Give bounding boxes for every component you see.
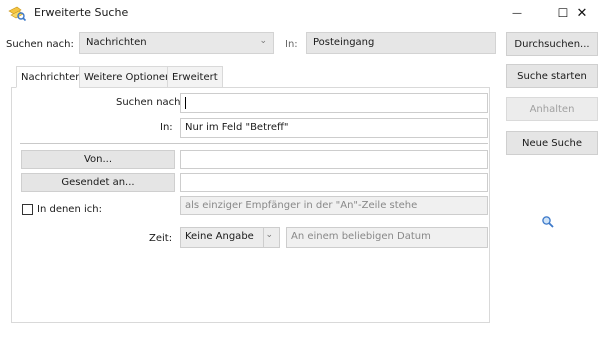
time-dropdown[interactable]: Keine Angabe ⌄ xyxy=(180,227,280,248)
tab-label: Erweitert xyxy=(172,71,218,83)
search-for-dropdown[interactable]: Nachrichten ⌄ xyxy=(79,32,274,54)
search-text-input[interactable] xyxy=(180,93,488,113)
in-field-dropdown[interactable]: Nur im Feld "Betreff" xyxy=(180,118,488,138)
search-magnifier-icon xyxy=(541,215,555,229)
app-search-icon xyxy=(8,5,27,22)
search-text-label: Suchen nach: xyxy=(116,97,184,108)
from-button[interactable]: Von... xyxy=(21,150,175,169)
date-dropdown[interactable]: An einem beliebigen Datum xyxy=(286,227,488,248)
time-label: Zeit: xyxy=(149,233,173,244)
browse-button[interactable]: Durchsuchen... xyxy=(506,32,598,56)
tab-erweitert[interactable]: Erweitert xyxy=(167,66,223,88)
folder-field[interactable]: Posteingang xyxy=(306,32,496,54)
separator xyxy=(20,143,488,144)
minimize-button[interactable]: — xyxy=(494,0,540,26)
from-input[interactable] xyxy=(180,150,488,169)
text-cursor xyxy=(185,97,186,109)
in-field-label: In: xyxy=(160,122,173,133)
sent-to-button[interactable]: Gesendet an... xyxy=(21,173,175,192)
where-i-label: In denen ich: xyxy=(37,204,102,215)
tab-weitere-optionen[interactable]: Weitere Optionen xyxy=(79,66,177,88)
close-button[interactable]: ✕ xyxy=(560,0,604,26)
sent-to-input[interactable] xyxy=(180,173,488,192)
folder-value: Posteingang xyxy=(313,37,375,48)
search-for-value: Nachrichten xyxy=(86,37,147,48)
minimize-icon: — xyxy=(512,7,522,19)
in-label-top: In: xyxy=(285,39,298,50)
tab-label: Nachrichten xyxy=(21,71,82,83)
dropdown-divider xyxy=(263,228,264,247)
chevron-down-icon: ⌄ xyxy=(259,36,267,46)
stop-button[interactable]: Anhalten xyxy=(506,97,598,121)
tab-nachrichten[interactable]: Nachrichten xyxy=(16,66,87,88)
window-title: Erweiterte Suche xyxy=(34,6,129,19)
chevron-down-icon: ⌄ xyxy=(265,230,273,240)
start-search-button[interactable]: Suche starten xyxy=(506,64,598,88)
search-for-label: Suchen nach: xyxy=(6,39,74,50)
time-value: Keine Angabe xyxy=(185,231,254,242)
tab-label: Weitere Optionen xyxy=(84,71,172,83)
where-i-checkbox[interactable] xyxy=(22,204,33,215)
new-search-button[interactable]: Neue Suche xyxy=(506,131,598,155)
close-icon: ✕ xyxy=(576,5,588,21)
where-i-dropdown[interactable]: als einziger Empfänger in der "An"-Zeile… xyxy=(180,196,488,215)
